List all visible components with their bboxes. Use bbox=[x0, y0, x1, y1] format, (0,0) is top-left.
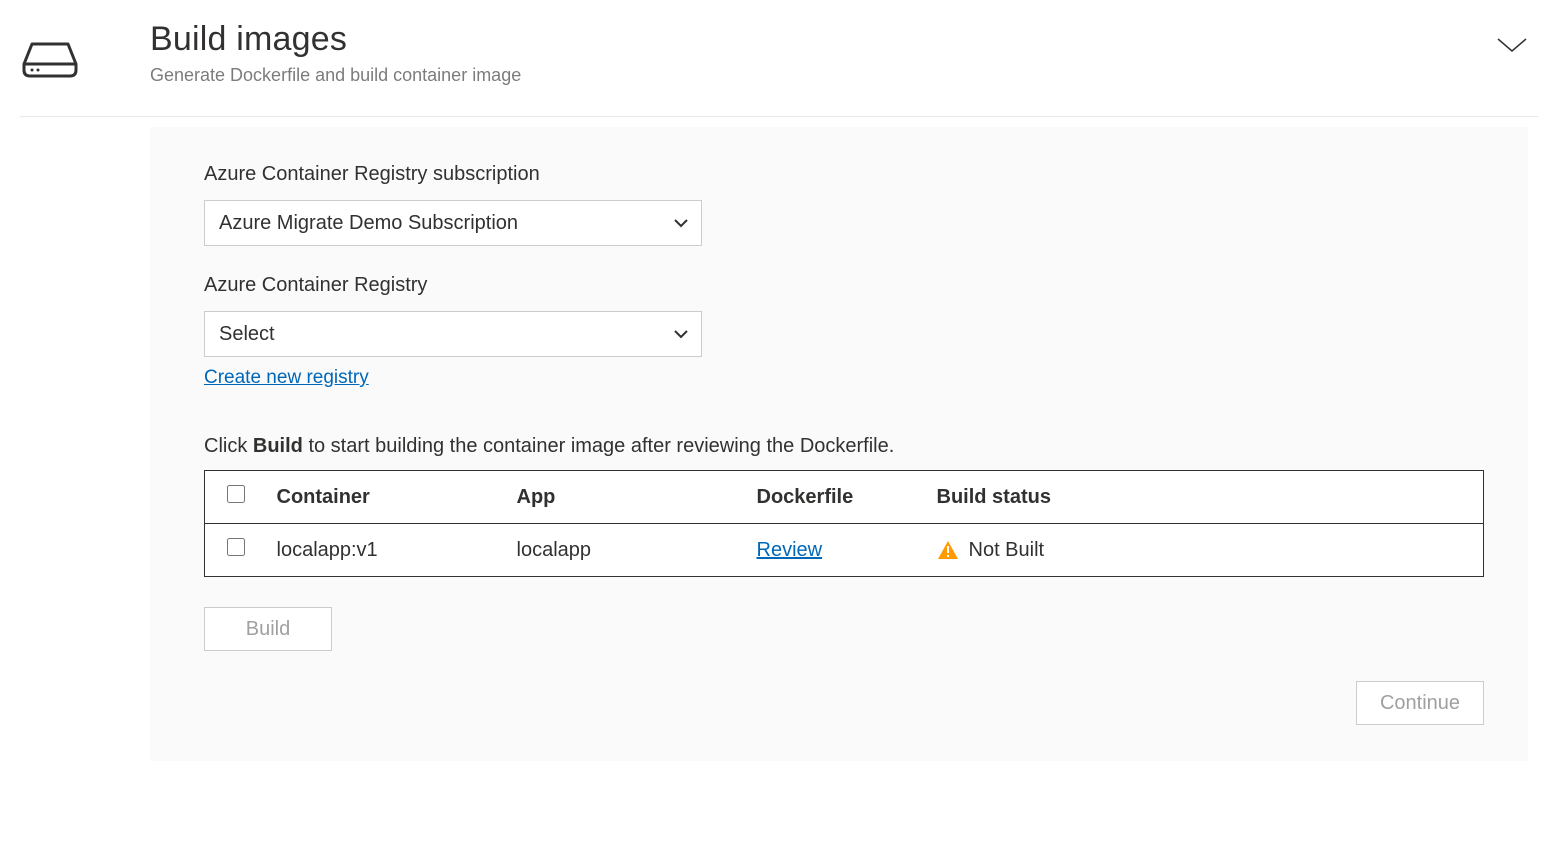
status-text: Not Built bbox=[969, 539, 1045, 562]
drive-icon bbox=[20, 20, 80, 85]
cell-app: localapp bbox=[505, 524, 745, 577]
instruction-text: Click Build to start building the contai… bbox=[204, 435, 1484, 458]
content-panel: Azure Container Registry subscription Az… bbox=[150, 127, 1528, 761]
registry-select[interactable]: Select bbox=[204, 311, 702, 357]
cell-container: localapp:v1 bbox=[265, 524, 505, 577]
column-header-status: Build status bbox=[925, 471, 1484, 524]
subscription-label: Azure Container Registry subscription bbox=[204, 163, 1484, 186]
page-title: Build images bbox=[150, 20, 1426, 59]
row-checkbox[interactable] bbox=[227, 538, 245, 556]
instruction-suffix: to start building the container image af… bbox=[303, 435, 894, 457]
collapse-toggle[interactable] bbox=[1496, 20, 1538, 60]
container-table: Container App Dockerfile Build status lo… bbox=[204, 470, 1484, 577]
instruction-prefix: Click bbox=[204, 435, 253, 457]
review-link[interactable]: Review bbox=[757, 539, 823, 561]
select-all-checkbox[interactable] bbox=[227, 485, 245, 503]
build-button[interactable]: Build bbox=[204, 607, 332, 651]
column-header-container: Container bbox=[265, 471, 505, 524]
instruction-bold: Build bbox=[253, 435, 303, 457]
registry-label: Azure Container Registry bbox=[204, 274, 1484, 297]
chevron-down-icon bbox=[1496, 35, 1528, 55]
column-header-app: App bbox=[505, 471, 745, 524]
create-registry-link[interactable]: Create new registry bbox=[204, 367, 369, 389]
page-subtitle: Generate Dockerfile and build container … bbox=[150, 65, 1426, 86]
table-row: localapp:v1 localapp Review Not Built bbox=[205, 524, 1484, 577]
column-header-dockerfile: Dockerfile bbox=[745, 471, 925, 524]
warning-icon bbox=[937, 540, 959, 560]
page-header: Build images Generate Dockerfile and bui… bbox=[20, 20, 1538, 117]
continue-button[interactable]: Continue bbox=[1356, 681, 1484, 725]
subscription-select[interactable]: Azure Migrate Demo Subscription bbox=[204, 200, 702, 246]
